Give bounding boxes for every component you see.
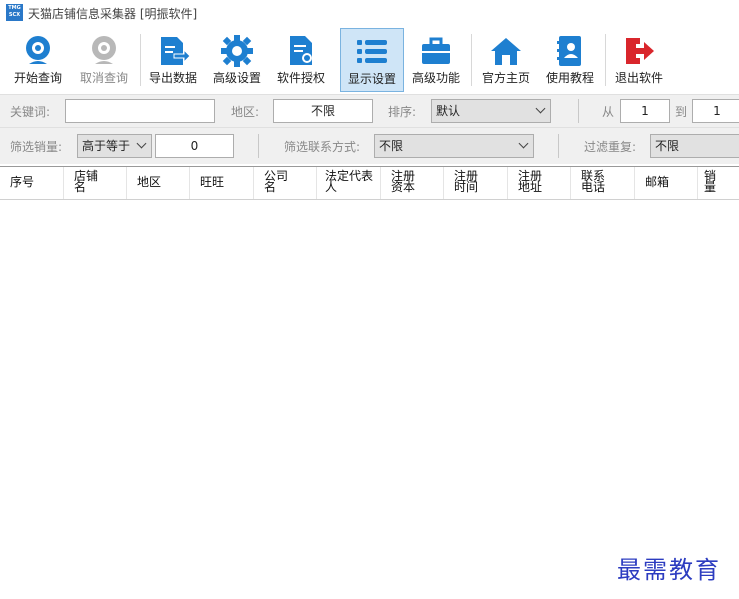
search-filter-row: 关键词: 地区: 不限 排序: 默认 从 1 到 1 [0, 94, 739, 127]
export-data-label: 导出数据 [148, 71, 197, 85]
divider [558, 134, 559, 158]
column-header[interactable]: 序号 [0, 167, 64, 199]
to-label: 到 [675, 105, 688, 119]
exit-software-label: 退出软件 [614, 71, 663, 85]
contact-filter-label: 筛选联系方式: [284, 140, 361, 154]
sort-label: 排序: [388, 105, 417, 119]
contact-filter-select[interactable]: 不限 [374, 134, 534, 158]
region-label: 地区: [231, 105, 260, 119]
column-header[interactable]: 销量 [698, 167, 739, 199]
start-query-label: 开始查询 [13, 71, 62, 85]
keyword-label: 关键词: [10, 105, 51, 119]
column-header[interactable]: 注册时间 [444, 167, 508, 199]
tutorial-button[interactable]: 使用教程 [538, 28, 602, 92]
app-logo-icon: TMG SCX [6, 4, 23, 21]
toolbar-divider [605, 34, 606, 86]
sales-operator-value: 高于等于 [82, 139, 131, 153]
divider [578, 99, 579, 123]
region-input[interactable]: 不限 [273, 99, 373, 123]
sales-filter-label: 筛选销量: [10, 140, 63, 154]
book-icon [557, 36, 581, 66]
cancel-query-label: 取消查询 [79, 71, 128, 85]
webcam-disabled-icon [92, 36, 116, 64]
column-header[interactable]: 注册资本 [381, 167, 444, 199]
cancel-query-button[interactable]: 取消查询 [72, 28, 136, 92]
list-icon [357, 40, 387, 63]
dedup-filter-label: 过滤重复: [584, 140, 637, 154]
gear-icon [221, 35, 253, 67]
sales-value-input[interactable]: 0 [155, 134, 234, 158]
exit-icon [626, 38, 654, 64]
advanced-filter-row: 筛选销量: 高于等于 0 筛选联系方式: 不限 过滤重复: 不限 [0, 127, 739, 164]
column-header[interactable]: 联系电话 [571, 167, 635, 199]
start-query-button[interactable]: 开始查询 [6, 28, 70, 92]
toolbar-divider [471, 34, 472, 86]
chevron-down-icon [136, 138, 147, 149]
title-bar: TMG SCX 天猫店铺信息采集器 [明振软件] [0, 0, 739, 26]
export-document-icon [161, 37, 190, 65]
from-label: 从 [602, 105, 615, 119]
export-data-button[interactable]: 导出数据 [141, 28, 205, 92]
software-license-button[interactable]: 软件授权 [269, 28, 333, 92]
column-header[interactable]: 注册地址 [508, 167, 571, 199]
dedup-filter-value: 不限 [655, 139, 680, 153]
display-settings-button[interactable]: 显示设置 [340, 28, 404, 92]
advanced-settings-button[interactable]: 高级设置 [205, 28, 269, 92]
keyword-input[interactable] [65, 99, 215, 123]
dedup-filter-select[interactable]: 不限 [650, 134, 739, 158]
sort-select[interactable]: 默认 [431, 99, 551, 123]
watermark-text: 最需教育 [617, 556, 721, 584]
toolbar: 开始查询 取消查询 导出数据 高级设置 软件授权 显示设置 高级功能 官方主页 … [0, 26, 739, 94]
window-title: 天猫店铺信息采集器 [明振软件] [28, 7, 198, 21]
column-header[interactable]: 公司名 [254, 167, 317, 199]
advanced-features-label: 高级功能 [411, 71, 460, 85]
exit-software-button[interactable]: 退出软件 [607, 28, 671, 92]
tutorial-label: 使用教程 [545, 71, 594, 85]
advanced-features-button[interactable]: 高级功能 [404, 28, 468, 92]
official-homepage-button[interactable]: 官方主页 [474, 28, 538, 92]
sales-operator-select[interactable]: 高于等于 [77, 134, 152, 158]
column-header[interactable]: 旺旺 [190, 167, 254, 199]
column-header[interactable]: 法定代表人 [317, 167, 381, 199]
contact-filter-value: 不限 [379, 139, 404, 153]
divider [258, 134, 259, 158]
table-header: 序号 店铺名 地区 旺旺 公司名 法定代表人 注册资本 注册时间 注册地址 联系… [0, 167, 739, 200]
column-header[interactable]: 邮箱 [635, 167, 698, 199]
advanced-settings-label: 高级设置 [212, 71, 261, 85]
column-header[interactable]: 店铺名 [64, 167, 127, 199]
software-license-label: 软件授权 [276, 71, 325, 85]
display-settings-label: 显示设置 [347, 72, 396, 86]
webcam-icon [26, 36, 50, 64]
sort-select-value: 默认 [436, 104, 461, 118]
chevron-down-icon [518, 138, 529, 149]
home-icon [491, 38, 521, 65]
page-from-input[interactable]: 1 [620, 99, 670, 123]
briefcase-icon [422, 37, 450, 64]
page-to-input[interactable]: 1 [692, 99, 739, 123]
column-header[interactable]: 地区 [127, 167, 190, 199]
chevron-down-icon [535, 103, 546, 114]
license-document-icon [290, 36, 312, 65]
results-table[interactable]: 序号 店铺名 地区 旺旺 公司名 法定代表人 注册资本 注册时间 注册地址 联系… [0, 166, 739, 599]
official-homepage-label: 官方主页 [481, 71, 530, 85]
